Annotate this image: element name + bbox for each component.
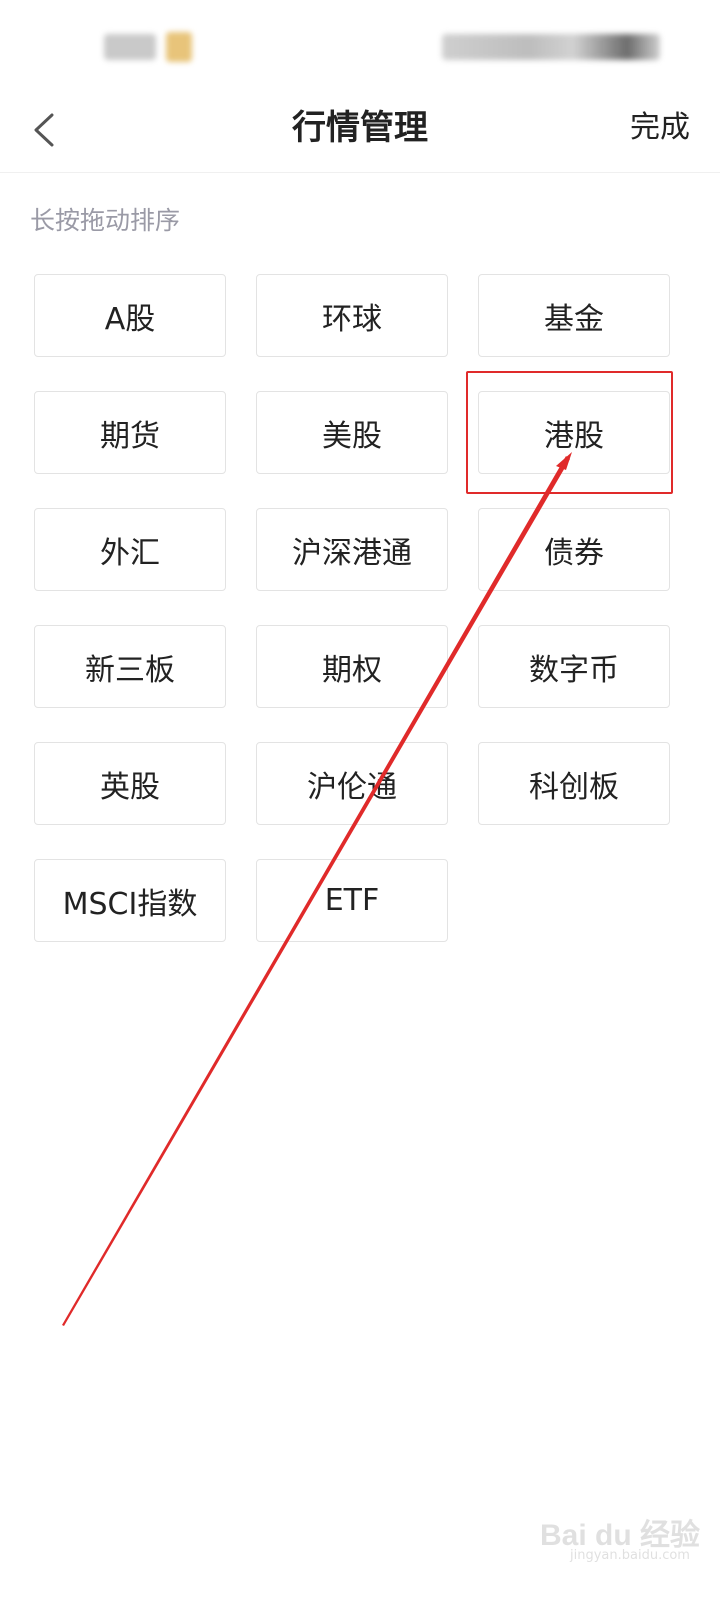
tile-neeq[interactable]: 新三板 bbox=[34, 625, 226, 708]
tile-funds[interactable]: 基金 bbox=[478, 274, 670, 357]
status-notification-blur bbox=[166, 32, 192, 62]
done-button[interactable]: 完成 bbox=[630, 106, 690, 150]
highlight-box bbox=[466, 371, 673, 494]
tile-stock-connect[interactable]: 沪深港通 bbox=[256, 508, 448, 591]
page-title: 行情管理 bbox=[292, 108, 428, 148]
tile-star-market[interactable]: 科创板 bbox=[478, 742, 670, 825]
tile-msci-index[interactable]: MSCI指数 bbox=[34, 859, 226, 942]
top-nav-bar: 行情管理 完成 bbox=[0, 90, 720, 173]
tile-global[interactable]: 环球 bbox=[256, 274, 448, 357]
status-bar bbox=[0, 0, 720, 90]
tile-forex[interactable]: 外汇 bbox=[34, 508, 226, 591]
tile-futures[interactable]: 期货 bbox=[34, 391, 226, 474]
tile-etf[interactable]: ETF bbox=[256, 859, 448, 942]
tile-us-stocks[interactable]: 美股 bbox=[256, 391, 448, 474]
watermark-sub: jingyan.baidu.com bbox=[570, 1548, 690, 1563]
tile-options[interactable]: 期权 bbox=[256, 625, 448, 708]
status-time-blur bbox=[104, 34, 156, 60]
status-icons-blur bbox=[442, 34, 660, 60]
tile-crypto[interactable]: 数字币 bbox=[478, 625, 670, 708]
tile-uk-stocks[interactable]: 英股 bbox=[34, 742, 226, 825]
baidu-watermark: Bai du 经验 jingyan.baidu.com bbox=[540, 1500, 715, 1563]
tile-a-shares[interactable]: A股 bbox=[34, 274, 226, 357]
tile-bonds[interactable]: 债券 bbox=[478, 508, 670, 591]
tile-shanghai-london-connect[interactable]: 沪伦通 bbox=[256, 742, 448, 825]
sort-hint: 长按拖动排序 bbox=[30, 206, 181, 235]
